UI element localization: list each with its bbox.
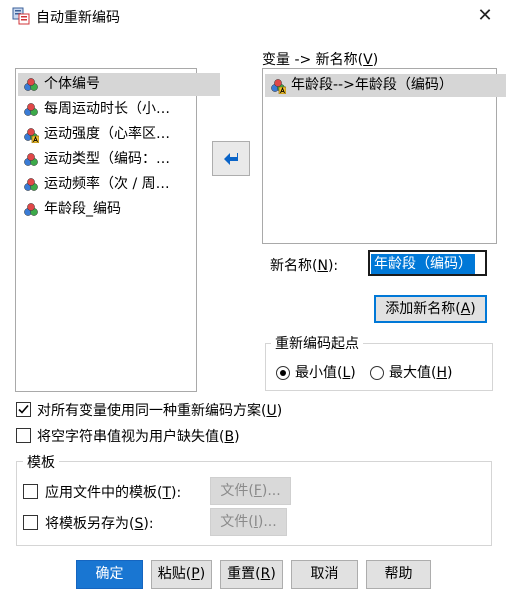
new-name-value: 年龄段（编码）: [371, 254, 475, 274]
move-variable-button[interactable]: [212, 141, 250, 176]
check-icon: [18, 404, 29, 414]
template-title: 模板: [23, 452, 59, 472]
blank-missing-label[interactable]: 将空字符串值视为用户缺失值(B): [37, 426, 240, 446]
max-value-radio[interactable]: [370, 366, 384, 380]
window-title: 自动重新编码: [36, 10, 120, 26]
close-icon: ✕: [477, 5, 493, 26]
nominal-var-icon: [24, 78, 38, 91]
arrow-left-icon: [224, 153, 238, 165]
source-variable-list[interactable]: 个体编号每周运动时长（小… 运动强度（心率区… 运动类型（编码：… 运动频率（次 / …: [15, 68, 220, 392]
list-item-label: 运动强度（心率区…: [44, 126, 170, 142]
title-bar: 自动重新编码 ✕: [0, 0, 506, 32]
nominal-var-icon: [24, 103, 38, 116]
save-template-checkbox[interactable]: [23, 515, 38, 530]
cancel-button[interactable]: 取消: [291, 560, 358, 589]
same-scheme-checkbox[interactable]: [16, 402, 31, 417]
apply-template-file-button[interactable]: 文件(F)...: [210, 477, 291, 505]
apply-template-label[interactable]: 应用文件中的模板(T):: [45, 482, 181, 502]
list-item[interactable]: 个体编号: [18, 73, 220, 96]
new-name-input[interactable]: 年龄段（编码）: [368, 250, 487, 276]
list-item-label: 运动类型（编码：…: [44, 151, 170, 167]
save-template-label[interactable]: 将模板另存为(S):: [45, 513, 154, 533]
reset-button[interactable]: 重置(R): [220, 560, 283, 589]
nominal-var-icon: [24, 153, 38, 166]
list-item-label: 个体编号: [44, 76, 100, 92]
new-name-label: 新名称(N):: [270, 258, 339, 274]
auto-recode-dialog: 自动重新编码 ✕ 个体编号每周运动时长（小… 运动强度（心率区… 运动类型（编码：……: [0, 0, 506, 600]
list-item-label: 年龄段_编码: [44, 201, 121, 217]
list-item[interactable]: 运动强度（心率区…: [18, 123, 220, 146]
string-var-icon: [24, 128, 39, 143]
list-item-label: 年龄段-->年龄段（编码）: [291, 77, 453, 93]
save-template-file-button[interactable]: 文件(I)...: [210, 508, 287, 536]
paste-button[interactable]: 粘贴(P): [151, 560, 212, 589]
list-item-label: 每周运动时长（小…: [44, 101, 170, 117]
list-item[interactable]: 每周运动时长（小…: [18, 98, 220, 121]
list-item-label: 运动频率（次 / 周…: [44, 176, 170, 192]
nominal-var-icon: [24, 203, 38, 216]
variable-mapping-list[interactable]: 年龄段-->年龄段（编码）: [262, 68, 506, 244]
ok-button[interactable]: 确定: [76, 560, 143, 589]
list-item[interactable]: 运动类型（编码：…: [18, 148, 220, 171]
add-new-name-button[interactable]: 添加新名称(A): [374, 295, 487, 323]
min-value-label[interactable]: 最小值(L): [295, 362, 356, 382]
list-item[interactable]: 年龄段-->年龄段（编码）: [265, 74, 506, 97]
mapping-heading: 变量 -> 新名称(V): [262, 52, 379, 68]
apply-template-checkbox[interactable]: [23, 484, 38, 499]
help-button[interactable]: 帮助: [366, 560, 431, 589]
app-icon: [12, 7, 30, 25]
min-value-radio[interactable]: [276, 366, 290, 380]
list-item[interactable]: 运动频率（次 / 周…: [18, 173, 220, 196]
string-var-icon: [271, 79, 286, 94]
max-value-label[interactable]: 最大值(H): [389, 362, 452, 382]
blank-missing-checkbox[interactable]: [16, 428, 31, 443]
recode-start-title: 重新编码起点: [271, 333, 363, 353]
same-scheme-label[interactable]: 对所有变量使用同一种重新编码方案(U): [37, 400, 282, 420]
close-button[interactable]: ✕: [470, 2, 500, 30]
list-item[interactable]: 年龄段_编码: [18, 198, 220, 221]
nominal-var-icon: [24, 178, 38, 191]
